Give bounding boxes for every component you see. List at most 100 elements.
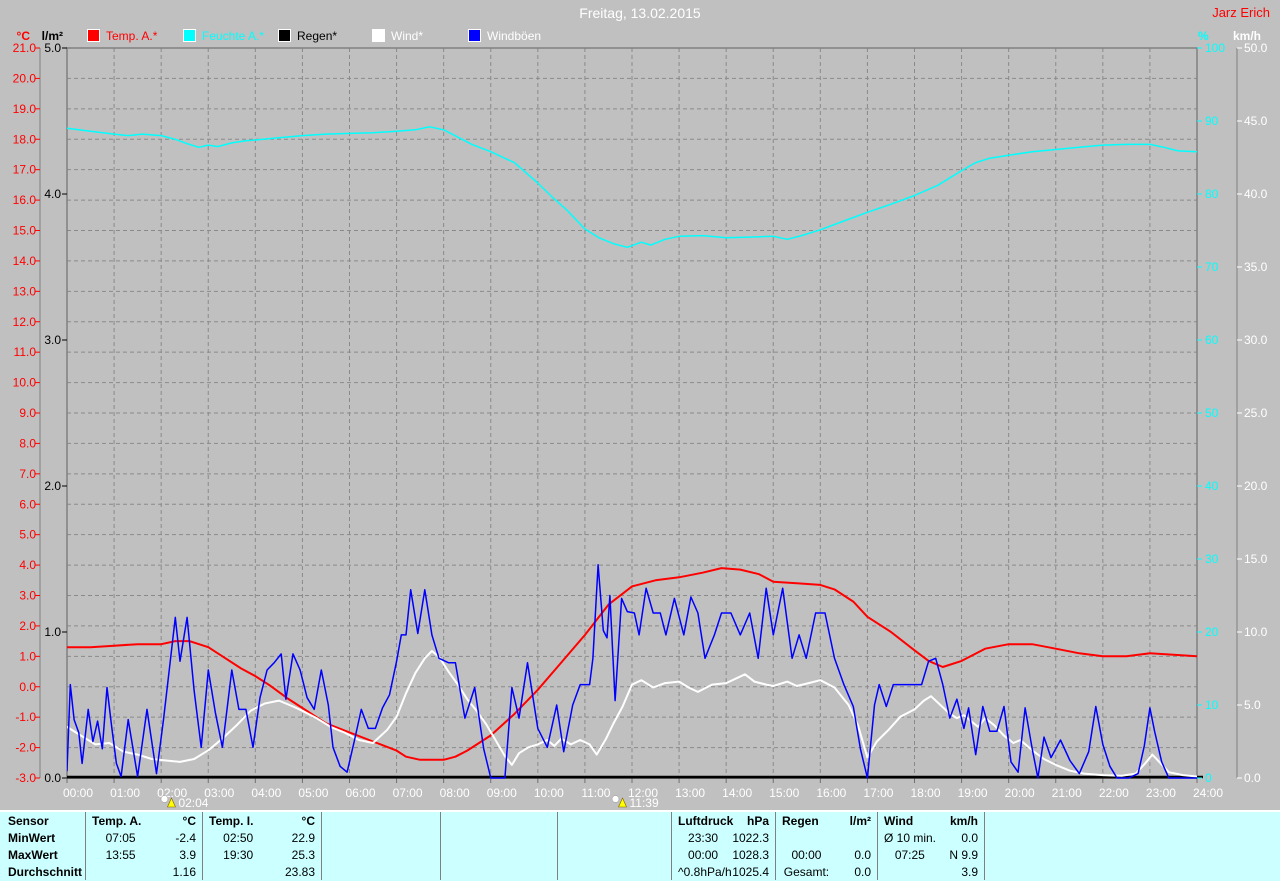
hour-tick-label: 15:00 [769, 786, 799, 800]
stat-max [322, 846, 441, 863]
stat-max: 07:25 N 9.9 [878, 846, 985, 863]
stat-max-time: 07:25 [894, 847, 925, 862]
humidity-axis-tick-label: 50 [1205, 406, 1219, 420]
hour-tick-label: 01:00 [110, 786, 140, 800]
temp-axis-tick-label: 19.0 [13, 102, 37, 116]
stat-col-header: Temp. I. °C [203, 812, 322, 829]
hour-tick-label: 23:00 [1146, 786, 1176, 800]
stat-max-time: 00:00 [688, 847, 719, 862]
weather-chart[interactable]: 21.0 20.0 19.0 18.0 17.0 16.0 15.0 14.0 13.0 12.0… [0, 0, 1280, 810]
rain-axis-tick-label: 2.0 [44, 479, 61, 493]
hour-tick-label: 14:00 [722, 786, 752, 800]
stat-min [985, 829, 1280, 846]
moon-icon [160, 795, 169, 803]
hour-tick-label: 09:00 [487, 786, 517, 800]
stat-avg: 3.9 [878, 863, 985, 880]
stat-max-value: N 9.9 [949, 847, 979, 862]
series-feuchte-a [67, 126, 1197, 249]
stat-col-header-value: l/m² [849, 813, 871, 828]
sun-marker: 11:39 [611, 795, 659, 810]
hour-tick-label: 05:00 [298, 786, 328, 800]
humidity-axis-tick-label: 80 [1205, 187, 1219, 201]
stat-row-label: MinWert [0, 829, 86, 846]
hour-tick-label: 00:00 [63, 786, 93, 800]
hour-tick-label: 19:00 [958, 786, 988, 800]
temp-axis-tick-label: 9.0 [19, 406, 36, 420]
stat-max-value: 0.0 [854, 847, 872, 862]
hour-tick-label: 18:00 [910, 786, 940, 800]
temp-axis-tick-label: 1.0 [19, 649, 36, 663]
rain-axis-tick-label: 5.0 [44, 41, 61, 55]
wind-axis-tick-label: 10.0 [1244, 625, 1268, 639]
temp-axis-tick-label: 20.0 [13, 71, 37, 85]
rain-axis: 5.0 4.0 3.0 2.0 1.0 0.0 [44, 41, 67, 785]
temp-axis-tick-label: 7.0 [19, 467, 36, 481]
humidity-axis-tick-label: 90 [1205, 114, 1219, 128]
wind-axis-tick-label: 35.0 [1244, 260, 1268, 274]
temp-axis-tick-label: 17.0 [13, 163, 37, 177]
wind-axis-tick-label: 5.0 [1244, 698, 1261, 712]
stat-avg: ^0.8hPa/h 1025.4 [672, 863, 776, 880]
statistics-table: Sensor Temp. A. °C Temp. I. °C Luftdruck hPa Re… [0, 810, 1280, 881]
stat-row-label: MaxWert [0, 846, 86, 863]
stat-col-header: Luftdruck hPa [672, 812, 776, 829]
stat-min [776, 829, 878, 846]
stat-row-label: Sensor [0, 812, 86, 829]
stat-max [441, 846, 558, 863]
stat-min-time: 23:30 [688, 830, 719, 845]
stat-max-value: 25.3 [291, 847, 316, 862]
stat-min [322, 829, 441, 846]
stat-col-header-time: Regen [782, 813, 819, 828]
hour-tick-label: 22:00 [1099, 786, 1129, 800]
temp-axis-tick-label: 0.0 [19, 680, 36, 694]
hour-tick-label: 08:00 [440, 786, 470, 800]
humidity-axis-tick-label: 70 [1205, 260, 1219, 274]
rain-axis-tick-label: 1.0 [44, 625, 61, 639]
hour-tick-label: 06:00 [345, 786, 375, 800]
stat-max: 13:55 3.9 [86, 846, 203, 863]
temp-axis-tick-label: 5.0 [19, 528, 36, 542]
stat-max-value: 3.9 [179, 847, 197, 862]
stat-col-header [441, 812, 558, 829]
temp-axis-tick-label: 2.0 [19, 619, 36, 633]
temp-axis-tick-label: 18.0 [13, 132, 37, 146]
moon-icon [611, 795, 620, 803]
temp-axis-tick-label: 11.0 [14, 345, 37, 359]
humidity-axis-tick-label: 40 [1205, 479, 1219, 493]
temp-axis-tick-label: 15.0 [13, 224, 37, 238]
hour-tick-label: 11:00 [581, 786, 610, 800]
stat-min [441, 829, 558, 846]
temp-axis-tick-label: 6.0 [19, 497, 36, 511]
hour-tick-label: 20:00 [1005, 786, 1035, 800]
temp-axis-tick-label: 13.0 [13, 284, 37, 298]
temp-axis-tick-label: 21.0 [13, 41, 37, 55]
wind-axis-tick-label: 50.0 [1244, 41, 1268, 55]
wind-axis-tick-label: 20.0 [1244, 479, 1268, 493]
sun-marker-time: 11:39 [630, 796, 659, 810]
stat-min-value: 1022.3 [732, 830, 770, 845]
hour-tick-label: 10:00 [534, 786, 564, 800]
wind-axis-tick-label: 30.0 [1244, 333, 1268, 347]
stat-max-time: 00:00 [791, 847, 822, 862]
stat-avg [985, 863, 1280, 880]
weather-chart-window: Freitag, 13.02.2015 Jarz Erich °C l/m² %… [0, 0, 1280, 881]
humidity-axis-tick-label: 20 [1205, 625, 1219, 639]
stat-max [558, 846, 672, 863]
hour-tick-label: 04:00 [251, 786, 281, 800]
stat-max-value: 1028.3 [732, 847, 770, 862]
stat-avg-time: Gesamt: [783, 864, 830, 879]
temp-axis-tick-label: -1.0 [15, 710, 36, 724]
stat-avg-value: 1025.4 [732, 864, 769, 879]
stat-col-header-time: Temp. I. [209, 813, 254, 828]
humidity-axis-tick-label: 10 [1205, 698, 1219, 712]
hour-tick-label: 21:00 [1052, 786, 1082, 800]
stat-col-header-time: Wind [884, 813, 914, 828]
hour-tick-label: 16:00 [816, 786, 846, 800]
stat-max: 19:30 25.3 [203, 846, 322, 863]
temp-axis-tick-label: 4.0 [19, 558, 36, 572]
stat-min-time: Ø 10 min. [884, 830, 937, 845]
stat-col-header-value: °C [301, 813, 315, 828]
temp-axis-tick-label: 14.0 [13, 254, 37, 268]
stat-min-value: 22.9 [291, 830, 316, 845]
temp-axis: 21.0 20.0 19.0 18.0 17.0 16.0 15.0 14.0 13.0 12.0… [13, 41, 41, 785]
